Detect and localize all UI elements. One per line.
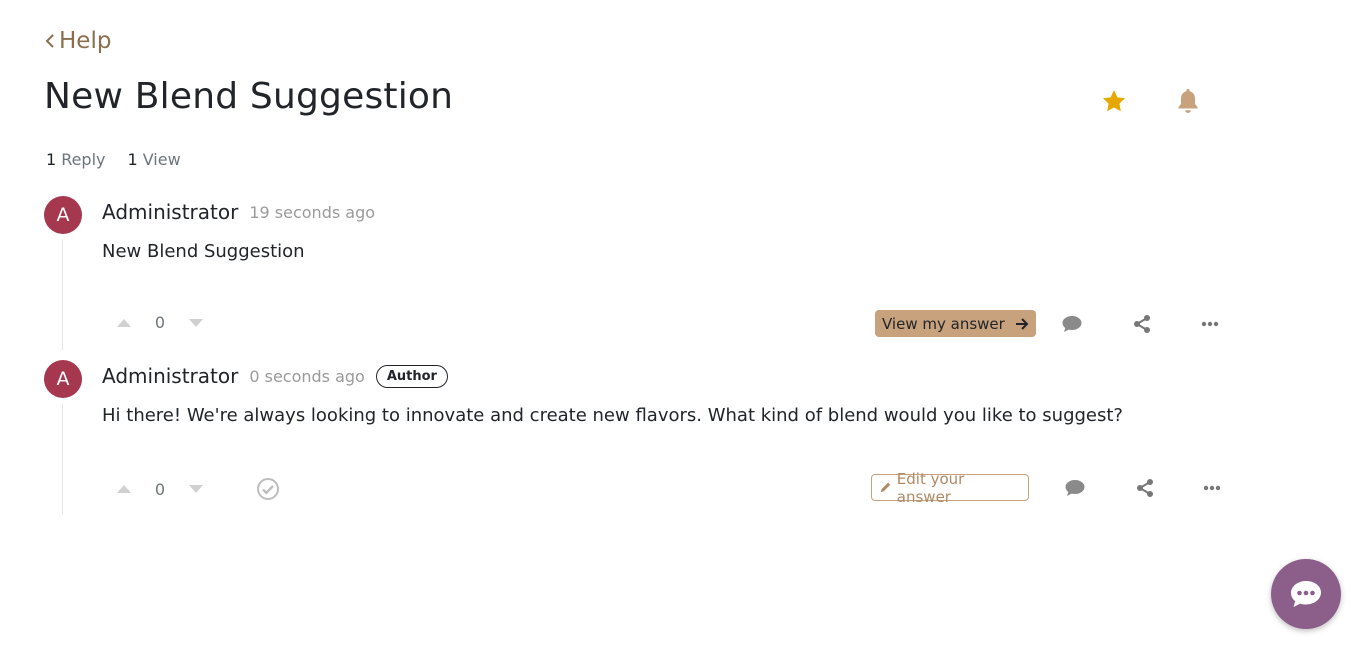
upvote-button[interactable] <box>116 315 132 331</box>
comment-button[interactable] <box>1063 476 1087 500</box>
avatar[interactable]: A <box>44 196 82 234</box>
post-body: Hi there! We're always looking to innova… <box>102 405 1123 426</box>
more-options-button[interactable] <box>1200 476 1224 500</box>
view-my-answer-button[interactable]: View my answer <box>875 310 1036 337</box>
view-my-answer-label: View my answer <box>882 314 1005 333</box>
share-button[interactable] <box>1133 476 1157 500</box>
vote-count: 0 <box>154 313 166 332</box>
ellipsis-icon <box>1203 485 1221 490</box>
views-stat: 1 View <box>128 150 181 169</box>
subscribe-button[interactable] <box>1174 86 1202 116</box>
author-name[interactable]: Administrator <box>102 364 238 388</box>
live-chat-button[interactable] <box>1271 559 1341 629</box>
title-actions <box>1100 86 1202 116</box>
bell-icon <box>1178 89 1198 113</box>
edit-answer-label: Edit your answer <box>896 469 965 506</box>
post-body: New Blend Suggestion <box>102 241 305 262</box>
post-actions: View my answer <box>875 310 1222 337</box>
share-icon <box>1136 478 1153 497</box>
views-count: 1 <box>127 150 138 169</box>
comment-icon <box>1065 479 1085 496</box>
ellipsis-icon <box>1201 321 1219 326</box>
post-time: 19 seconds ago <box>249 202 376 222</box>
pencil-icon <box>880 482 891 493</box>
edit-answer-button[interactable]: Edit your answer <box>871 470 1030 506</box>
share-icon <box>1133 314 1150 333</box>
arrow-right-icon <box>1015 317 1029 330</box>
upvote-button[interactable] <box>116 481 132 497</box>
chevron-left-icon <box>45 34 54 48</box>
accept-answer-button[interactable] <box>256 477 280 501</box>
views-label: View <box>142 150 181 169</box>
post-header: Administrator 0 seconds ago Author <box>102 364 448 388</box>
share-button[interactable] <box>1130 312 1154 336</box>
caret-down-icon <box>189 318 203 327</box>
thread-line <box>62 240 63 350</box>
check-circle-icon <box>257 478 279 500</box>
more-options-button[interactable] <box>1198 312 1222 336</box>
caret-up-icon <box>117 318 131 327</box>
favorite-button[interactable] <box>1100 86 1128 116</box>
downvote-button[interactable] <box>188 481 204 497</box>
replies-count: 1 <box>46 150 57 169</box>
comment-icon <box>1062 315 1082 332</box>
caret-down-icon <box>189 485 203 493</box>
topic-stats: 1 Reply 1 View <box>46 150 181 169</box>
page-title: New Blend Suggestion <box>44 76 454 117</box>
post-time: 0 seconds ago <box>249 366 365 386</box>
replies-stat: 1 Reply <box>46 150 106 169</box>
thread-line <box>62 404 63 514</box>
chat-bubble-icon <box>1291 581 1321 607</box>
post-header: Administrator 19 seconds ago <box>102 200 375 224</box>
vote-bar: 0 <box>116 313 204 332</box>
comment-button[interactable] <box>1060 312 1084 336</box>
caret-up-icon <box>117 485 131 493</box>
author-name[interactable]: Administrator <box>102 200 238 224</box>
back-link-help[interactable]: Help <box>45 28 111 54</box>
author-badge: Author <box>375 364 448 388</box>
post-actions: Edit your answer <box>871 470 1224 506</box>
star-icon <box>1102 90 1126 112</box>
vote-bar: 0 <box>116 477 280 501</box>
avatar[interactable]: A <box>44 360 82 398</box>
back-link-label: Help <box>59 28 112 54</box>
vote-count: 0 <box>154 479 166 499</box>
downvote-button[interactable] <box>188 315 204 331</box>
replies-label: Reply <box>61 150 106 169</box>
